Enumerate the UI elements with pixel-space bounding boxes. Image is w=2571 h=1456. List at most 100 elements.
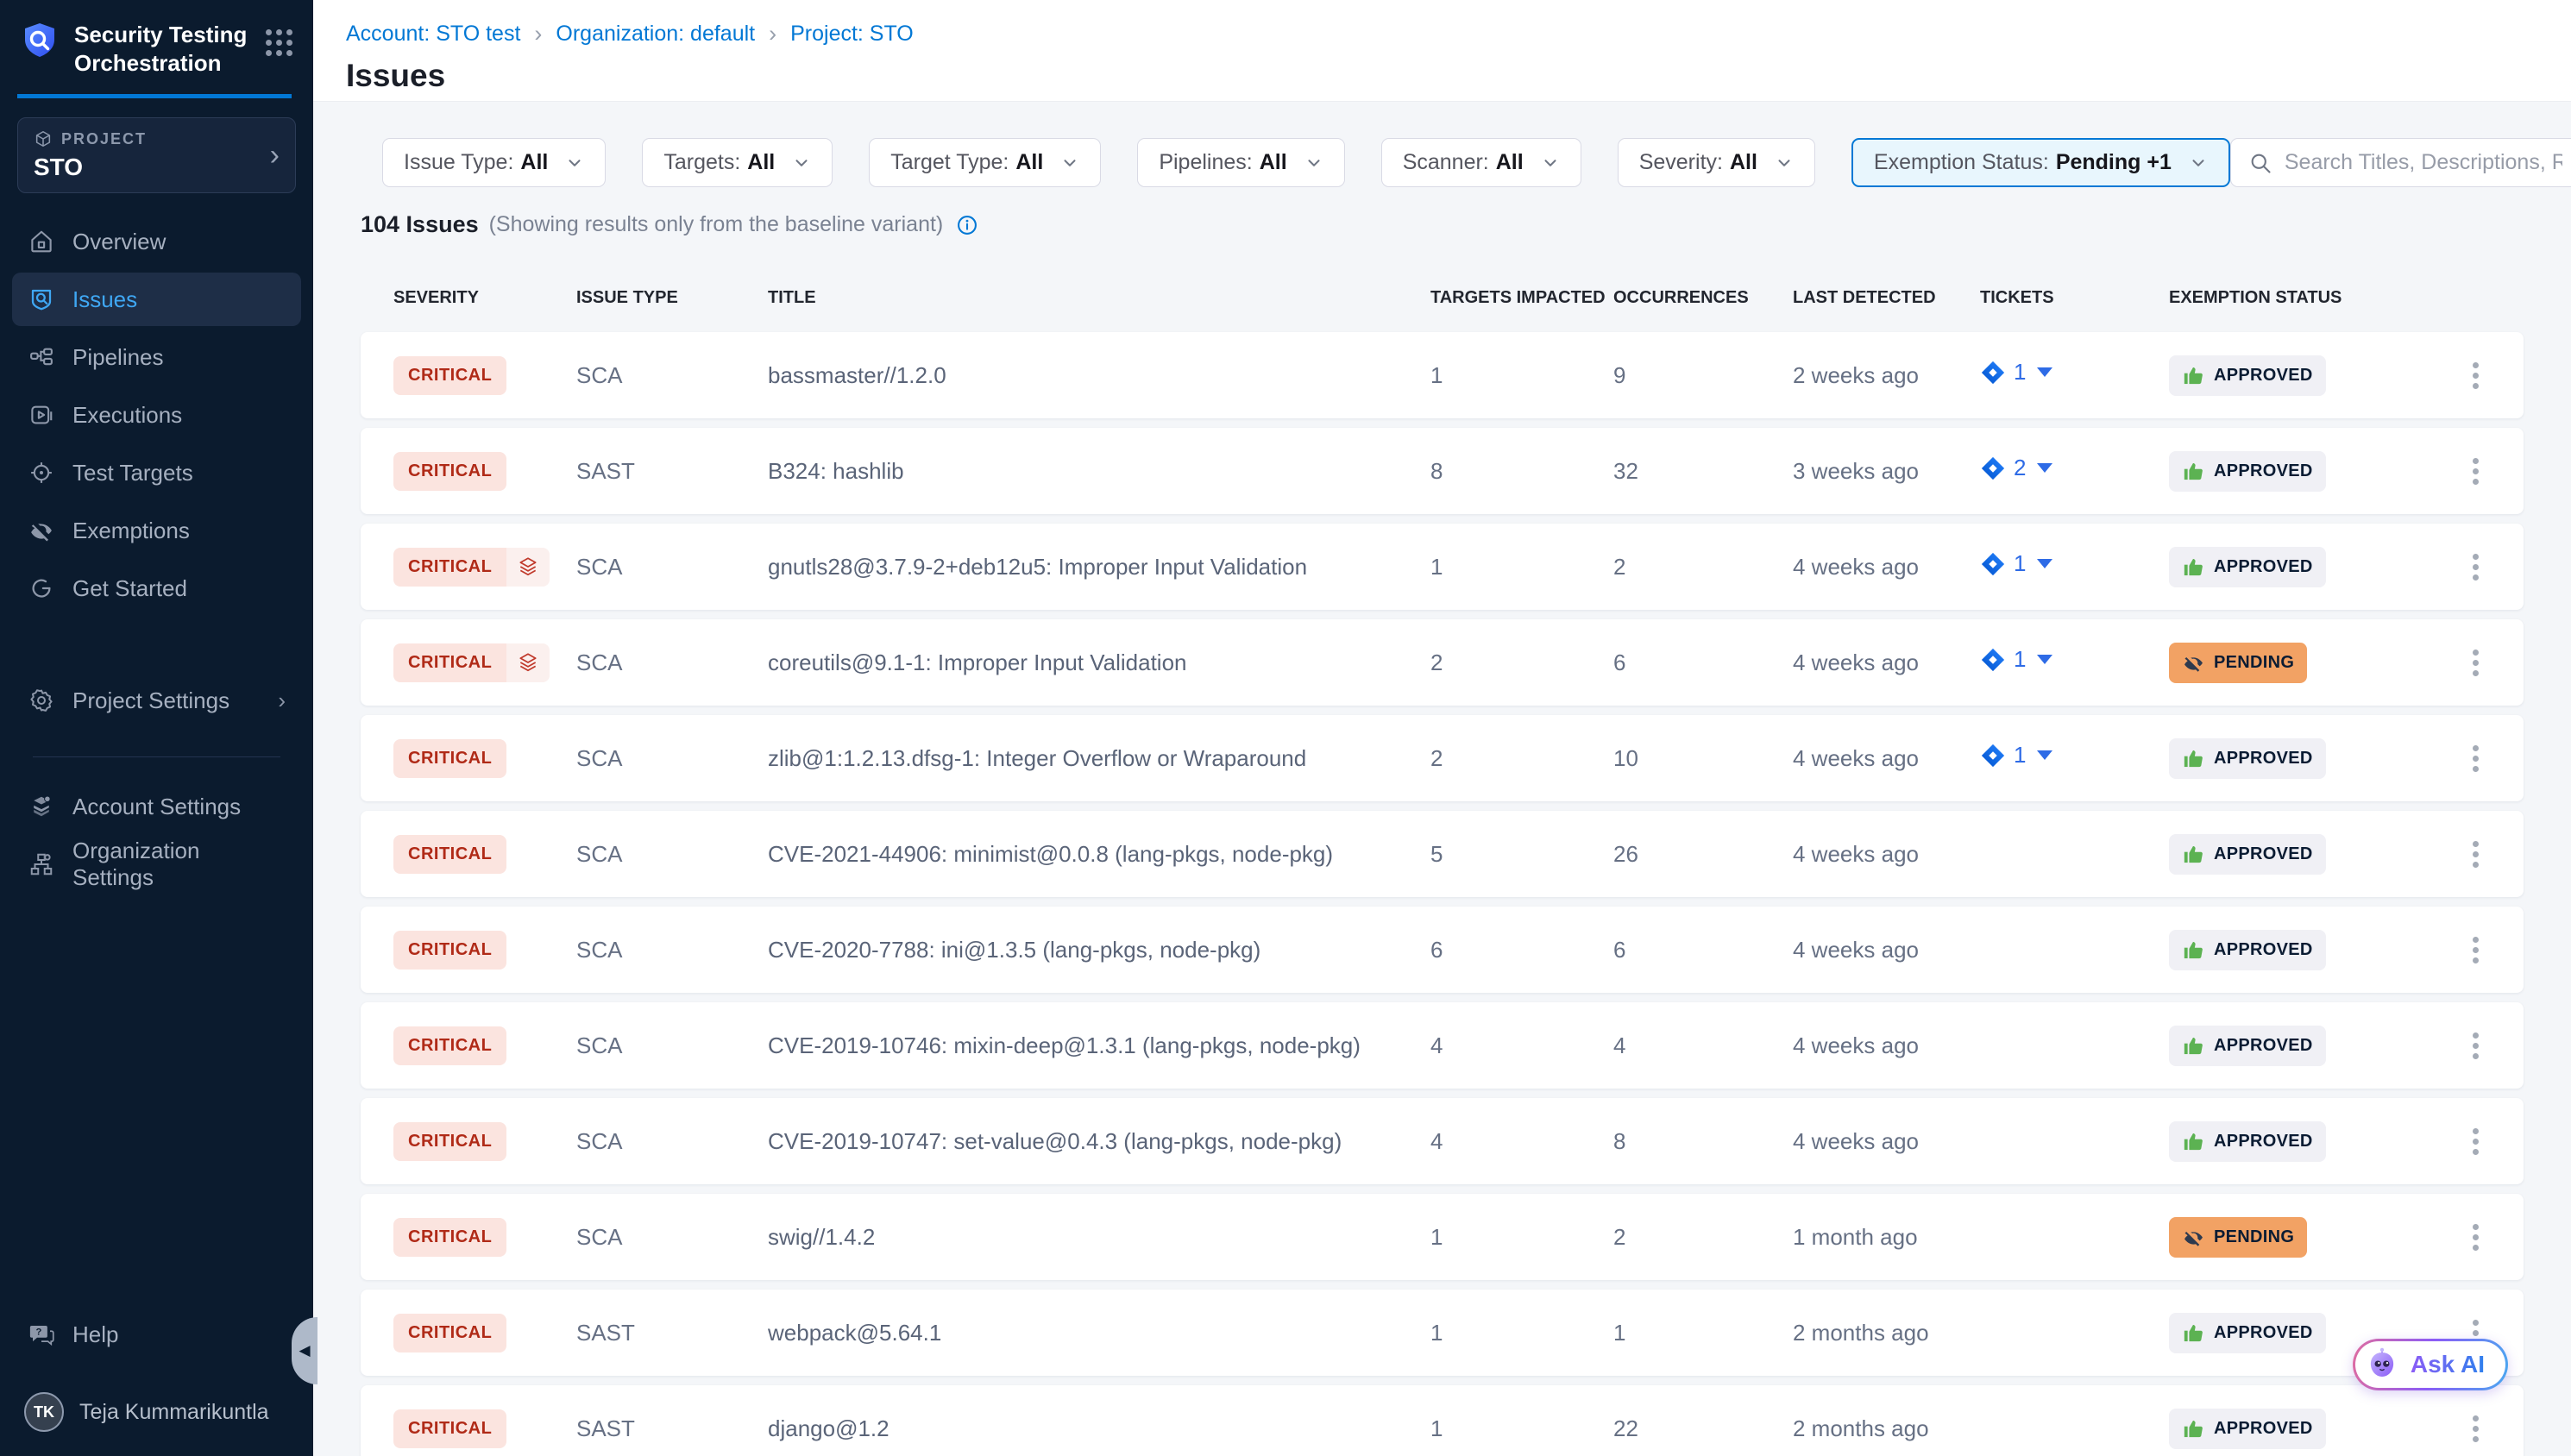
sidebar-item-project-settings[interactable]: Project Settings › [12, 674, 301, 727]
thumbs-up-icon [2182, 364, 2205, 387]
ticket-link[interactable]: 1 [1980, 359, 2052, 386]
ticket-link[interactable]: 2 [1980, 455, 2052, 481]
row-menu-button[interactable] [2462, 1217, 2489, 1258]
row-menu-button[interactable] [2462, 834, 2489, 875]
table-row[interactable]: CRITICAL SCA swig//1.4.2 1 2 1 month ago… [361, 1194, 2524, 1280]
search-icon [2248, 151, 2272, 175]
breadcrumb-link[interactable]: Project: STO [790, 22, 914, 47]
ticket-link[interactable]: 1 [1980, 742, 2052, 769]
ai-robot-icon [2364, 1346, 2400, 1383]
jira-icon [1980, 743, 2006, 769]
ticket-link[interactable]: 1 [1980, 550, 2052, 577]
row-menu-button[interactable] [2462, 547, 2489, 587]
eye-off-icon [2182, 1226, 2205, 1249]
project-selector[interactable]: PROJECT STO › [17, 117, 296, 193]
sidebar-item-test-targets[interactable]: Test Targets [12, 446, 301, 499]
project-name: STO [34, 154, 147, 181]
chevron-down-icon [792, 154, 811, 173]
header-accent-bar [17, 94, 292, 98]
issues-count: 104 Issues [361, 211, 479, 238]
column-header: TARGETS IMPACTED [1430, 288, 1613, 308]
thumbs-up-icon [2182, 1130, 2205, 1153]
filter-bar: Issue Type: All Targets: All Target Type… [361, 138, 2524, 187]
thumbs-up-icon [2182, 1417, 2205, 1440]
table-row[interactable]: CRITICAL SCA CVE-2019-10747: set-value@0… [361, 1098, 2524, 1184]
table-row[interactable]: CRITICAL SAST webpack@5.64.1 1 1 2 month… [361, 1290, 2524, 1376]
table-row[interactable]: CRITICAL SAST B324: hashlib 8 32 3 weeks… [361, 428, 2524, 514]
issue-title: CVE-2020-7788: ini@1.3.5 (lang-pkgs, nod… [768, 937, 1260, 963]
ask-ai-button[interactable]: Ask AI [2353, 1339, 2508, 1390]
sidebar-item-overview[interactable]: Overview [12, 215, 301, 268]
sidebar-bottom: ? Help TK Teja Kummarikuntla [0, 1308, 313, 1456]
chevron-down-icon [1304, 154, 1323, 173]
sidebar-item-pipelines[interactable]: Pipelines [12, 330, 301, 384]
filter-pipelines[interactable]: Pipelines: All [1137, 138, 1344, 187]
user-menu[interactable]: TK Teja Kummarikuntla [12, 1385, 301, 1439]
table-row[interactable]: CRITICAL SCA CVE-2020-7788: ini@1.3.5 (l… [361, 907, 2524, 993]
row-menu-button[interactable] [2462, 930, 2489, 970]
eye-off-icon [2182, 651, 2205, 675]
table-row[interactable]: CRITICAL SCA coreutils@9.1-1: Improper I… [361, 619, 2524, 706]
row-menu-button[interactable] [2462, 738, 2489, 779]
issue-type: SAST [576, 458, 635, 484]
row-menu-button[interactable] [2462, 1121, 2489, 1162]
breadcrumb-link[interactable]: Account: STO test [346, 22, 520, 47]
filter-targets[interactable]: Targets: All [642, 138, 833, 187]
sidebar-item-issues[interactable]: Issues [12, 273, 301, 326]
breadcrumb-separator-icon: › [769, 21, 776, 47]
info-icon[interactable] [955, 213, 979, 237]
row-menu-button[interactable] [2462, 1409, 2489, 1449]
last-detected: 4 weeks ago [1793, 554, 1919, 580]
breadcrumb-link[interactable]: Organization: default [556, 22, 755, 47]
issues-count-note: (Showing results only from the baseline … [489, 212, 944, 237]
filter-exemption-status[interactable]: Exemption Status: Pending +1 [1851, 138, 2230, 187]
sidebar-item-get-started[interactable]: Get Started [12, 562, 301, 615]
last-detected: 3 weeks ago [1793, 458, 1919, 484]
column-header: EXEMPTION STATUS [2169, 288, 2428, 308]
sidebar-item-organization-settings[interactable]: Organization Settings [12, 838, 301, 891]
last-detected: 4 weeks ago [1793, 841, 1919, 867]
last-detected: 4 weeks ago [1793, 937, 1919, 963]
table-row[interactable]: CRITICAL SCA zlib@1:1.2.13.dfsg-1: Integ… [361, 715, 2524, 801]
table-row[interactable]: CRITICAL SCA CVE-2019-10746: mixin-deep@… [361, 1002, 2524, 1089]
targets-impacted: 8 [1430, 458, 1443, 484]
exemption-status-badge: PENDING [2169, 643, 2307, 683]
filter-issue-type[interactable]: Issue Type: All [382, 138, 606, 187]
sidebar-item-executions[interactable]: Executions [12, 388, 301, 442]
table-row[interactable]: CRITICAL SCA gnutls28@3.7.9-2+deb12u5: I… [361, 524, 2524, 610]
issue-type: SCA [576, 1224, 622, 1250]
table-row[interactable]: CRITICAL SCA bassmaster//1.2.0 1 9 2 wee… [361, 332, 2524, 418]
chevron-down-icon [2189, 154, 2208, 173]
chevron-down-icon [1060, 154, 1079, 173]
filter-target-type[interactable]: Target Type: All [869, 138, 1101, 187]
thumbs-up-icon [2182, 843, 2205, 866]
table-row[interactable]: CRITICAL SAST django@1.2 1 22 2 months a… [361, 1385, 2524, 1456]
occurrences: 4 [1613, 1032, 1625, 1058]
occurrences: 2 [1613, 1224, 1625, 1250]
row-menu-button[interactable] [2462, 1026, 2489, 1066]
issue-type: SCA [576, 1128, 622, 1154]
table-row[interactable]: CRITICAL SCA CVE-2021-44906: minimist@0.… [361, 811, 2524, 897]
row-menu-button[interactable] [2462, 355, 2489, 396]
severity-badge: CRITICAL [393, 452, 506, 491]
severity-badge: CRITICAL [393, 643, 506, 682]
filter-scanner[interactable]: Scanner: All [1381, 138, 1581, 187]
severity-badge: CRITICAL [393, 548, 506, 587]
issue-type: SCA [576, 937, 622, 963]
row-menu-button[interactable] [2462, 643, 2489, 683]
occurrences: 8 [1613, 1128, 1625, 1154]
chevron-right-icon: › [278, 687, 286, 714]
filter-severity[interactable]: Severity: All [1618, 138, 1815, 187]
module-grid-icon[interactable] [266, 29, 292, 56]
search-input[interactable] [2285, 150, 2562, 175]
sidebar-item-account-settings[interactable]: Account Settings [12, 780, 301, 833]
last-detected: 4 weeks ago [1793, 1032, 1919, 1058]
sidebar-item-exemptions[interactable]: Exemptions [12, 504, 301, 557]
sidebar-item-help[interactable]: ? Help [12, 1308, 301, 1361]
user-name: Teja Kummarikuntla [79, 1400, 269, 1425]
ticket-link[interactable]: 1 [1980, 646, 2052, 673]
issue-title: coreutils@9.1-1: Improper Input Validati… [768, 650, 1187, 675]
breadcrumb-separator-icon: › [534, 21, 542, 47]
row-menu-button[interactable] [2462, 451, 2489, 492]
sto-logo-icon [19, 21, 60, 62]
